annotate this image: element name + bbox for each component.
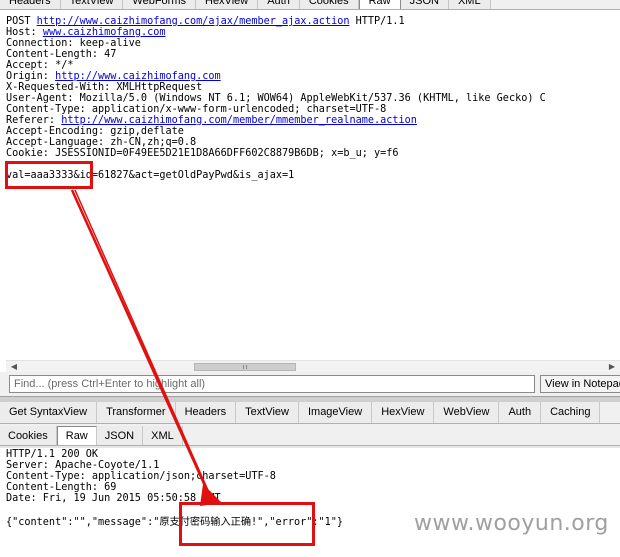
- tab-hexview[interactable]: HexView: [196, 0, 259, 9]
- line-text: HTTP/1.1: [349, 16, 405, 27]
- line-text: Content-Type: application/x-www-form-url…: [6, 104, 387, 115]
- request-line: Content-Length: 47: [6, 49, 620, 60]
- tab-json[interactable]: JSON: [96, 426, 144, 445]
- request-line: X-Requested-With: XMLHttpRequest: [6, 82, 620, 93]
- response-inspector-tabs: Get SyntaxView Transformer Headers TextView…: [0, 402, 620, 424]
- tab-headers[interactable]: Headers: [175, 402, 237, 423]
- find-bar: Find... (press Ctrl+Enter to highlight a…: [0, 372, 620, 396]
- request-line: Accept-Encoding: gzip,deflate: [6, 126, 620, 137]
- tab-json[interactable]: JSON: [400, 0, 449, 9]
- request-line: Connection: keep-alive: [6, 38, 620, 49]
- tab-xml[interactable]: XML: [448, 0, 491, 9]
- tab-raw[interactable]: Raw: [358, 0, 401, 9]
- request-line: Accept: */*: [6, 60, 620, 71]
- line-text: User-Agent: Mozilla/5.0 (Windows NT 6.1;…: [6, 93, 546, 104]
- scroll-left-icon[interactable]: ◀: [8, 362, 20, 372]
- tab-caching[interactable]: Caching: [541, 402, 601, 423]
- url-link[interactable]: www.caizhimofang.com: [43, 27, 166, 38]
- tab-cookies[interactable]: Cookies: [0, 426, 57, 445]
- line-text: Cookie: JSESSIONID=0F49EE5D21E1D8A66DFF6…: [6, 148, 399, 159]
- response-message-highlight: [179, 502, 315, 546]
- url-link[interactable]: http://www.caizhimofang.com/member/mmemb…: [61, 115, 417, 126]
- response-format-tabs: Cookies Raw JSON XML: [0, 424, 620, 446]
- request-line: [6, 159, 620, 170]
- request-line: val=aaa3333&id=61827&act=getOldPayPwd&is…: [6, 170, 620, 181]
- request-line: Cookie: JSESSIONID=0F49EE5D21E1D8A66DFF6…: [6, 148, 620, 159]
- tab-auth[interactable]: Auth: [258, 0, 300, 9]
- line-text: Content-Length: 47: [6, 49, 117, 60]
- tab-webview[interactable]: WebView: [434, 402, 500, 423]
- request-raw-text[interactable]: POST http://www.caizhimofang.com/ajax/me…: [6, 16, 620, 360]
- line-text: Accept-Language: zh-CN,zh;q=0.8: [6, 137, 197, 148]
- tab-webforms[interactable]: WebForms: [123, 0, 196, 9]
- line-text: Referer:: [6, 115, 62, 126]
- request-line: Referer: http://www.caizhimofang.com/mem…: [6, 115, 620, 126]
- line-text: Host:: [6, 27, 43, 38]
- tab-get-syntaxview[interactable]: Get SyntaxView: [0, 402, 98, 423]
- grip-icon: [243, 365, 247, 369]
- find-input[interactable]: Find... (press Ctrl+Enter to highlight a…: [9, 375, 535, 393]
- line-text: Connection: keep-alive: [6, 38, 141, 49]
- tab-textview[interactable]: TextView: [236, 402, 299, 423]
- tab-cookies[interactable]: Cookies: [299, 0, 359, 9]
- request-horizontal-scrollbar[interactable]: ◀ ▶: [6, 360, 620, 372]
- tab-auth[interactable]: Auth: [499, 402, 542, 423]
- url-link[interactable]: http://www.caizhimofang.com/ajax/member_…: [37, 16, 350, 27]
- response-line: Server: Apache-Coyote/1.1: [6, 460, 160, 471]
- divider: [0, 446, 620, 448]
- request-line: Accept-Language: zh-CN,zh;q=0.8: [6, 137, 620, 148]
- response-line: Content-Type: application/json;charset=U…: [6, 471, 276, 482]
- tab-imageview[interactable]: ImageView: [298, 402, 373, 423]
- line-text: Accept-Encoding: gzip,deflate: [6, 126, 184, 137]
- view-in-notepad-button[interactable]: View in Notepad: [540, 375, 620, 393]
- watermark-text: www.wooyun.org: [414, 511, 609, 536]
- tab-headers[interactable]: Headers: [0, 0, 61, 9]
- tab-raw[interactable]: Raw: [56, 426, 97, 445]
- scroll-right-icon[interactable]: ▶: [606, 362, 618, 372]
- tab-xml[interactable]: XML: [143, 426, 183, 445]
- line-text: POST: [6, 16, 37, 27]
- tab-transformer[interactable]: Transformer: [97, 402, 176, 423]
- response-line: Content-Length: 69: [6, 482, 117, 493]
- request-tab-strip: Headers TextView WebForms HexView Auth Cookie…: [0, 0, 620, 10]
- response-line: HTTP/1.1 200 OK: [6, 449, 99, 460]
- line-text: Accept: */*: [6, 60, 74, 71]
- tab-hexview[interactable]: HexView: [372, 402, 435, 423]
- request-param-highlight: [5, 161, 93, 189]
- line-text: X-Requested-With: XMLHttpRequest: [6, 82, 203, 93]
- request-line: POST http://www.caizhimofang.com/ajax/me…: [6, 16, 620, 27]
- request-line: Content-Type: application/x-www-form-url…: [6, 104, 620, 115]
- scrollbar-thumb[interactable]: [194, 363, 296, 371]
- request-line: User-Agent: Mozilla/5.0 (Windows NT 6.1;…: [6, 93, 620, 104]
- line-text: Origin:: [6, 71, 56, 82]
- request-line: Origin: http://www.caizhimofang.com: [6, 71, 620, 82]
- request-line: Host: www.caizhimofang.com: [6, 27, 620, 38]
- url-link[interactable]: http://www.caizhimofang.com: [55, 71, 221, 82]
- tab-textview[interactable]: TextView: [60, 0, 124, 9]
